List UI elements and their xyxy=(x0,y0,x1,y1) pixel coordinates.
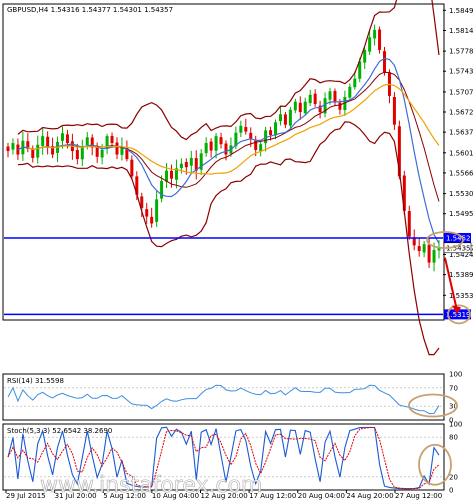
candle-body xyxy=(417,246,421,252)
price-tick-label: 1.57430 xyxy=(449,68,473,76)
price-tick-label: 1.57780 xyxy=(449,48,473,56)
candle-body xyxy=(269,130,273,135)
candle-body xyxy=(254,139,258,150)
price-tick-label: 1.56010 xyxy=(449,149,473,157)
candle-body xyxy=(412,238,416,246)
candle-body xyxy=(130,159,134,177)
price-tick-label: 1.54950 xyxy=(449,210,473,218)
candle-body xyxy=(378,29,382,50)
time-tick-label: 20 Aug 04:00 xyxy=(298,492,345,500)
candle-body xyxy=(432,249,436,263)
candle-body xyxy=(224,143,228,155)
candle-body xyxy=(60,133,64,141)
candle-body xyxy=(80,146,84,160)
candle-body xyxy=(274,122,278,136)
candle-body xyxy=(278,114,282,122)
candle-body xyxy=(145,209,149,217)
candle-body xyxy=(160,180,164,199)
candle-body xyxy=(422,244,426,253)
chart-canvas: GBPUSD,H4 1.54316 1.54377 1.54301 1.5435… xyxy=(0,0,473,500)
candle-body xyxy=(383,51,387,73)
candle-body xyxy=(239,125,243,133)
candle-body xyxy=(155,199,159,222)
candle-body xyxy=(283,114,287,125)
candle-body xyxy=(214,136,218,151)
watermark-text: www.instaforex.com xyxy=(40,473,263,498)
time-tick-label: 24 Aug 20:00 xyxy=(346,492,393,500)
candle-body xyxy=(189,157,193,166)
background xyxy=(0,0,473,500)
candle-body xyxy=(6,146,10,152)
candle-body xyxy=(363,49,367,63)
price-tick-label: 1.55300 xyxy=(449,190,473,198)
candle-body xyxy=(110,135,114,144)
stochastic-tick-label: 80 xyxy=(449,434,458,442)
price-tick-label: 1.53890 xyxy=(449,271,473,279)
candle-body xyxy=(313,93,317,104)
candle-body xyxy=(219,137,223,145)
candle-body xyxy=(65,134,69,144)
candle-body xyxy=(179,163,183,169)
candle-body xyxy=(259,144,263,152)
candle-body xyxy=(150,216,154,224)
rsi-label: RSI(14) 31.5598 xyxy=(7,377,64,385)
price-tick-label: 1.58490 xyxy=(449,7,473,15)
candle-body xyxy=(298,102,302,113)
candle-body xyxy=(209,141,213,151)
candle-body xyxy=(169,170,173,179)
stochastic-tick-label: 0 xyxy=(449,487,453,495)
candle-body xyxy=(41,136,45,146)
candle-body xyxy=(204,143,208,154)
chart-header: GBPUSD,H4 1.54316 1.54377 1.54301 1.5435… xyxy=(7,6,173,14)
candle-body xyxy=(308,94,312,104)
stochastic-tick-label: 100 xyxy=(449,421,462,429)
candle-body xyxy=(353,78,357,88)
price-tick-label: 1.57070 xyxy=(449,88,473,96)
candle-body xyxy=(75,149,79,160)
price-tick-label: 1.56370 xyxy=(449,129,473,137)
candle-body xyxy=(373,29,377,39)
rsi-tick-label: 70 xyxy=(449,384,458,392)
candle-body xyxy=(100,149,104,158)
candle-body xyxy=(288,109,292,126)
time-tick-label: 27 Aug 12:00 xyxy=(395,492,442,500)
candle-body xyxy=(31,148,35,158)
candle-body xyxy=(333,90,337,102)
price-tick-label: 1.58140 xyxy=(449,27,473,35)
candle-body xyxy=(85,137,89,146)
candle-body xyxy=(11,143,15,150)
candle-body xyxy=(303,101,307,114)
candle-body xyxy=(427,244,431,263)
candle-body xyxy=(244,127,248,132)
candle-body xyxy=(36,144,40,158)
stochastic-tick-label: 20 xyxy=(449,473,458,481)
rsi-tick-label: 100 xyxy=(449,371,462,379)
watermark: www.instaforex.com xyxy=(40,473,263,499)
candle-body xyxy=(46,136,50,147)
candle-body xyxy=(95,147,99,157)
candle-body xyxy=(338,102,342,110)
candle-body xyxy=(407,211,411,237)
candle-body xyxy=(392,97,396,125)
candle-body xyxy=(184,162,188,168)
price-tick-label: 1.55660 xyxy=(449,169,473,177)
candle-body xyxy=(348,86,352,98)
candle-body xyxy=(368,37,372,52)
price-tick-label: 1.56720 xyxy=(449,109,473,117)
candle-body xyxy=(115,142,119,155)
candle-body xyxy=(328,91,332,100)
candle-body xyxy=(293,101,297,111)
